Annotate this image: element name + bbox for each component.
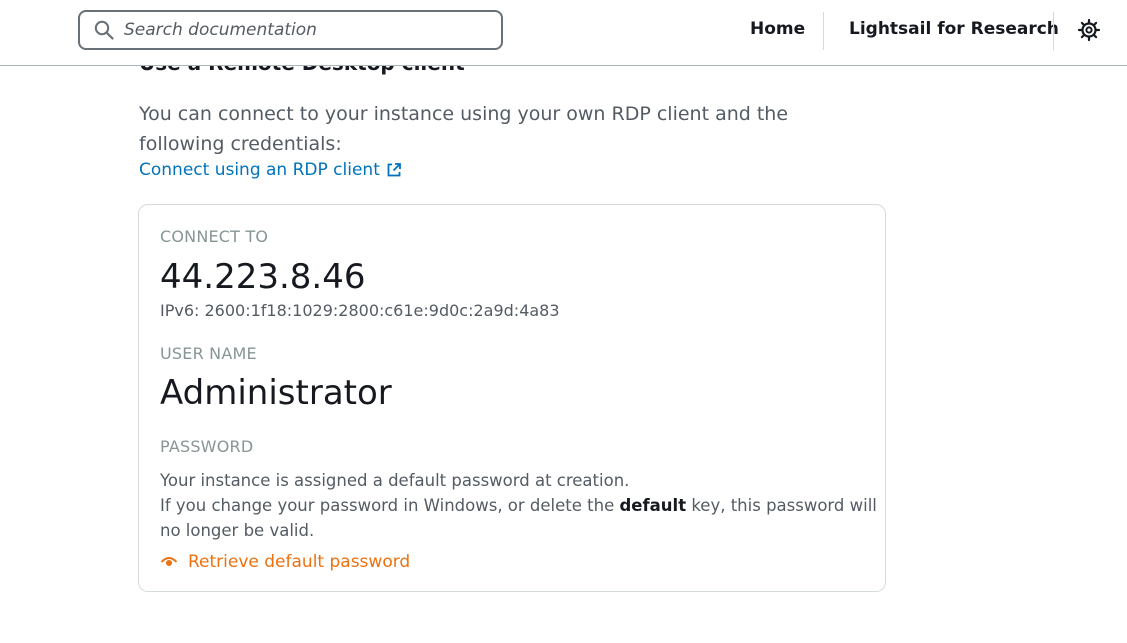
search-box[interactable] <box>78 10 503 50</box>
ipv6-address: IPv6: 2600:1f18:1029:2800:c61e:9d0c:2a9d… <box>160 301 560 320</box>
nav-home-link[interactable]: Home <box>750 19 805 39</box>
retrieve-default-password-button[interactable]: Retrieve default password <box>160 552 410 572</box>
password-description: Your instance is assigned a default pass… <box>160 468 880 543</box>
user-name-label: USER NAME <box>160 344 257 363</box>
gear-icon[interactable] <box>1077 18 1101 42</box>
nav-divider <box>823 12 824 50</box>
eye-icon <box>160 557 178 566</box>
password-line-2-start: If you change your password in Windows, … <box>160 496 620 515</box>
connect-to-label: CONNECT TO <box>160 227 269 246</box>
top-navigation-bar: Home Lightsail for Research <box>0 0 1127 66</box>
connect-rdp-client-link-label: Connect using an RDP client <box>139 160 380 180</box>
external-link-icon <box>387 163 401 177</box>
search-icon <box>94 20 114 40</box>
search-input[interactable] <box>124 20 484 40</box>
retrieve-default-password-label: Retrieve default password <box>188 552 411 572</box>
password-label: PASSWORD <box>160 437 254 456</box>
nav-divider <box>1053 12 1054 50</box>
credentials-card: CONNECT TO 44.223.8.46 IPv6: 2600:1f18:1… <box>138 204 886 592</box>
default-key-name: default <box>619 496 687 515</box>
password-line-1: Your instance is assigned a default pass… <box>160 471 630 490</box>
connect-rdp-client-link[interactable]: Connect using an RDP client <box>139 160 402 180</box>
nav-lightsail-research-link[interactable]: Lightsail for Research <box>849 19 1059 39</box>
intro-text: You can connect to your instance using y… <box>139 103 789 155</box>
ip-address: 44.223.8.46 <box>160 257 366 297</box>
user-name-value: Administrator <box>160 373 392 413</box>
